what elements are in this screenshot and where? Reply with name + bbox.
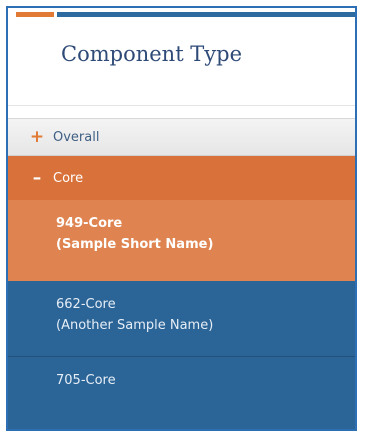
title-divider — [8, 105, 355, 106]
header-accent-bar — [16, 12, 355, 17]
tree-item-code: 662-Core — [56, 297, 116, 312]
panel-title: Component Type — [61, 42, 243, 66]
tree-item-code: 705-Core — [56, 373, 116, 388]
tree-group-overall[interactable]: + Overall — [8, 118, 355, 156]
tree-item-name: (Another Sample Name) — [56, 318, 214, 333]
component-type-panel: Component Type + Overall – Core 949-Core… — [6, 6, 357, 431]
tree-item-705-core[interactable]: 705-Core — [8, 357, 355, 429]
tree-group-core[interactable]: – Core — [8, 156, 355, 200]
tree-item-662-core[interactable]: 662-Core (Another Sample Name) — [8, 281, 355, 357]
plus-icon[interactable]: + — [28, 128, 46, 146]
tree-item-name: (Sample Short Name) — [56, 237, 214, 252]
tree-item-949-core[interactable]: 949-Core (Sample Short Name) — [8, 200, 355, 281]
tree-item-code: 949-Core — [56, 216, 123, 231]
tree-group-overall-label: Overall — [53, 129, 100, 145]
accent-blue-segment — [57, 12, 355, 17]
minus-icon[interactable]: – — [28, 169, 46, 187]
tree-group-core-label: Core — [53, 170, 84, 186]
accent-orange-segment — [16, 12, 54, 17]
